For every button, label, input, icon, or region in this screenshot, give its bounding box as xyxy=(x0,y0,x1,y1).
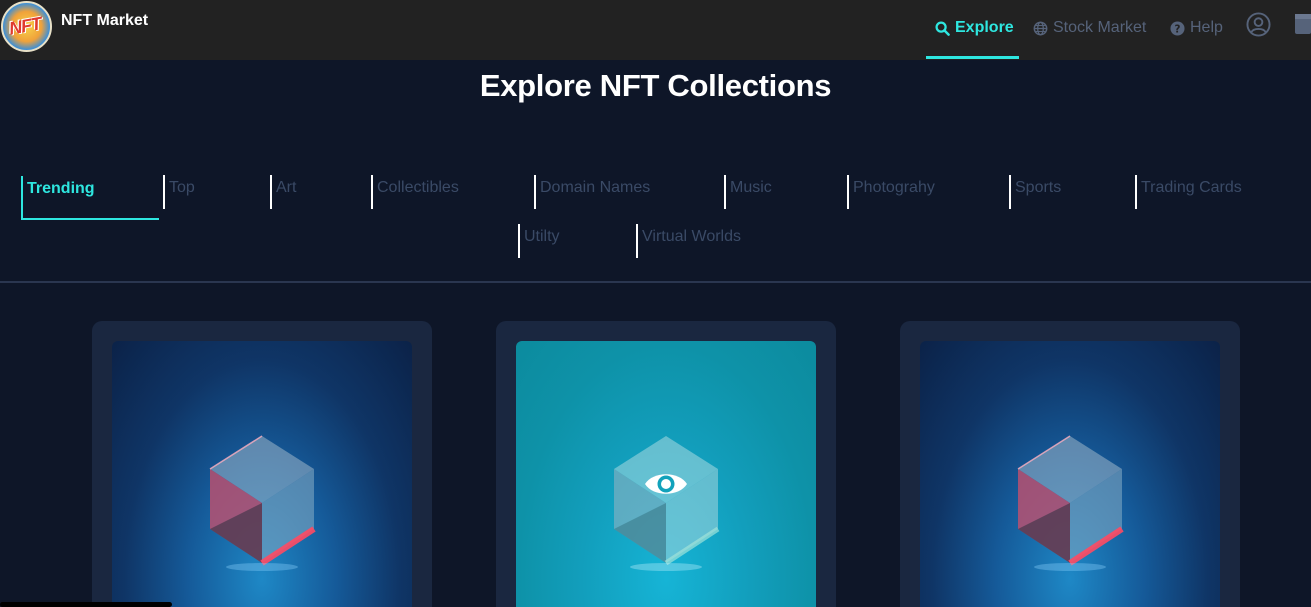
glass-cube-image xyxy=(209,435,316,571)
page-title: Explore NFT Collections xyxy=(479,68,832,103)
svg-text:?: ? xyxy=(1175,23,1181,35)
top-navbar: NFT NFT Market Explore Stock Market ? He… xyxy=(0,0,1311,60)
nav-help[interactable]: ? Help xyxy=(1170,18,1223,38)
card-image[interactable] xyxy=(112,341,412,607)
eye-icon[interactable] xyxy=(643,469,689,499)
nav-stock-market[interactable]: Stock Market xyxy=(1033,18,1146,38)
tab-domain-names[interactable]: Domain Names xyxy=(534,175,650,209)
tab-music[interactable]: Music xyxy=(724,175,772,209)
tab-trading-cards[interactable]: Trading Cards xyxy=(1135,175,1242,209)
glass-cube-image xyxy=(614,436,720,571)
globe-icon xyxy=(1033,21,1048,35)
search-icon xyxy=(935,20,950,36)
tab-active-indicator xyxy=(21,218,159,220)
logo-text: NFT xyxy=(7,13,43,39)
tab-sports[interactable]: Sports xyxy=(1009,175,1061,209)
tab-trending[interactable]: Trending xyxy=(21,176,95,220)
collection-card[interactable] xyxy=(496,321,836,607)
tab-utility[interactable]: Utilty xyxy=(518,224,560,258)
glass-cube-image xyxy=(1017,435,1124,571)
card-image[interactable] xyxy=(920,341,1220,607)
tab-collectibles[interactable]: Collectibles xyxy=(371,175,459,209)
scroll-shadow xyxy=(0,602,172,607)
nav-explore-label: Explore xyxy=(955,19,1014,36)
tab-photography[interactable]: Photograhy xyxy=(847,175,935,209)
card-image[interactable] xyxy=(516,341,816,607)
nav-active-indicator xyxy=(926,56,1019,59)
collection-card[interactable] xyxy=(92,321,432,607)
nav-stock-market-label: Stock Market xyxy=(1053,19,1147,36)
tab-art[interactable]: Art xyxy=(270,175,296,209)
user-circle-icon[interactable] xyxy=(1246,12,1271,37)
collection-card[interactable] xyxy=(900,321,1240,607)
nav-explore[interactable]: Explore xyxy=(935,18,1014,38)
brand-name[interactable]: NFT Market xyxy=(61,12,148,30)
section-divider xyxy=(0,281,1311,283)
nft-logo[interactable]: NFT xyxy=(1,1,52,52)
nav-help-label: Help xyxy=(1190,19,1223,36)
calendar-icon[interactable] xyxy=(1295,12,1311,36)
tab-virtual-worlds[interactable]: Virtual Worlds xyxy=(636,224,741,258)
help-icon: ? xyxy=(1170,20,1185,36)
tab-top[interactable]: Top xyxy=(163,175,195,209)
